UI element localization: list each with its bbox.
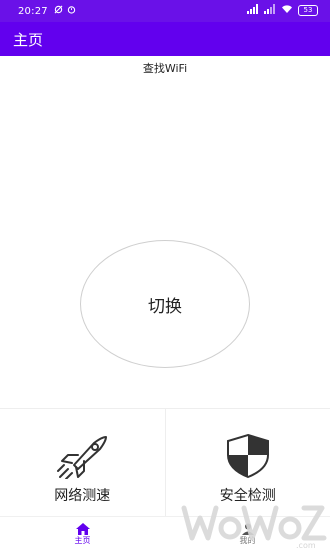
nav-home[interactable]: 主页 [0, 517, 165, 550]
nav-mine[interactable]: 我的 [165, 517, 330, 550]
rocket-icon [54, 433, 110, 479]
status-bar: 20:27 53 [0, 0, 330, 22]
bottom-navigation: 主页 我的 [0, 516, 330, 550]
find-wifi-button[interactable]: 查找WiFi [0, 60, 330, 76]
status-icons-left [54, 5, 76, 17]
status-time: 20:27 [18, 5, 48, 17]
shield-icon [220, 433, 276, 479]
speed-test-label: 网络测速 [54, 488, 111, 504]
sync-icon [54, 5, 63, 17]
signal-icon [264, 4, 276, 17]
page-title: 主页 [13, 30, 44, 49]
person-icon [241, 523, 255, 535]
status-icons-right: 53 [247, 4, 318, 17]
speed-test-card[interactable]: 网络测速 [0, 409, 165, 517]
security-check-card[interactable]: 安全检测 [164, 409, 330, 517]
app-bar: 主页 [0, 22, 330, 56]
security-check-label: 安全检测 [219, 488, 276, 504]
signal-icon [247, 4, 259, 17]
battery-icon: 53 [298, 5, 318, 16]
wifi-icon [281, 4, 293, 17]
feature-grid: 网络测速 安全检测 [0, 408, 330, 517]
switch-button[interactable]: 切换 [80, 240, 250, 368]
app-screen: 20:27 53 主页 查找WiFi 切换 网络测速 安全检测 主页 我的 .c… [0, 0, 330, 550]
alarm-icon [67, 5, 76, 17]
nav-home-label: 主页 [74, 535, 91, 545]
nav-mine-label: 我的 [239, 535, 256, 545]
switch-label: 切换 [148, 296, 182, 317]
home-icon [75, 522, 90, 535]
